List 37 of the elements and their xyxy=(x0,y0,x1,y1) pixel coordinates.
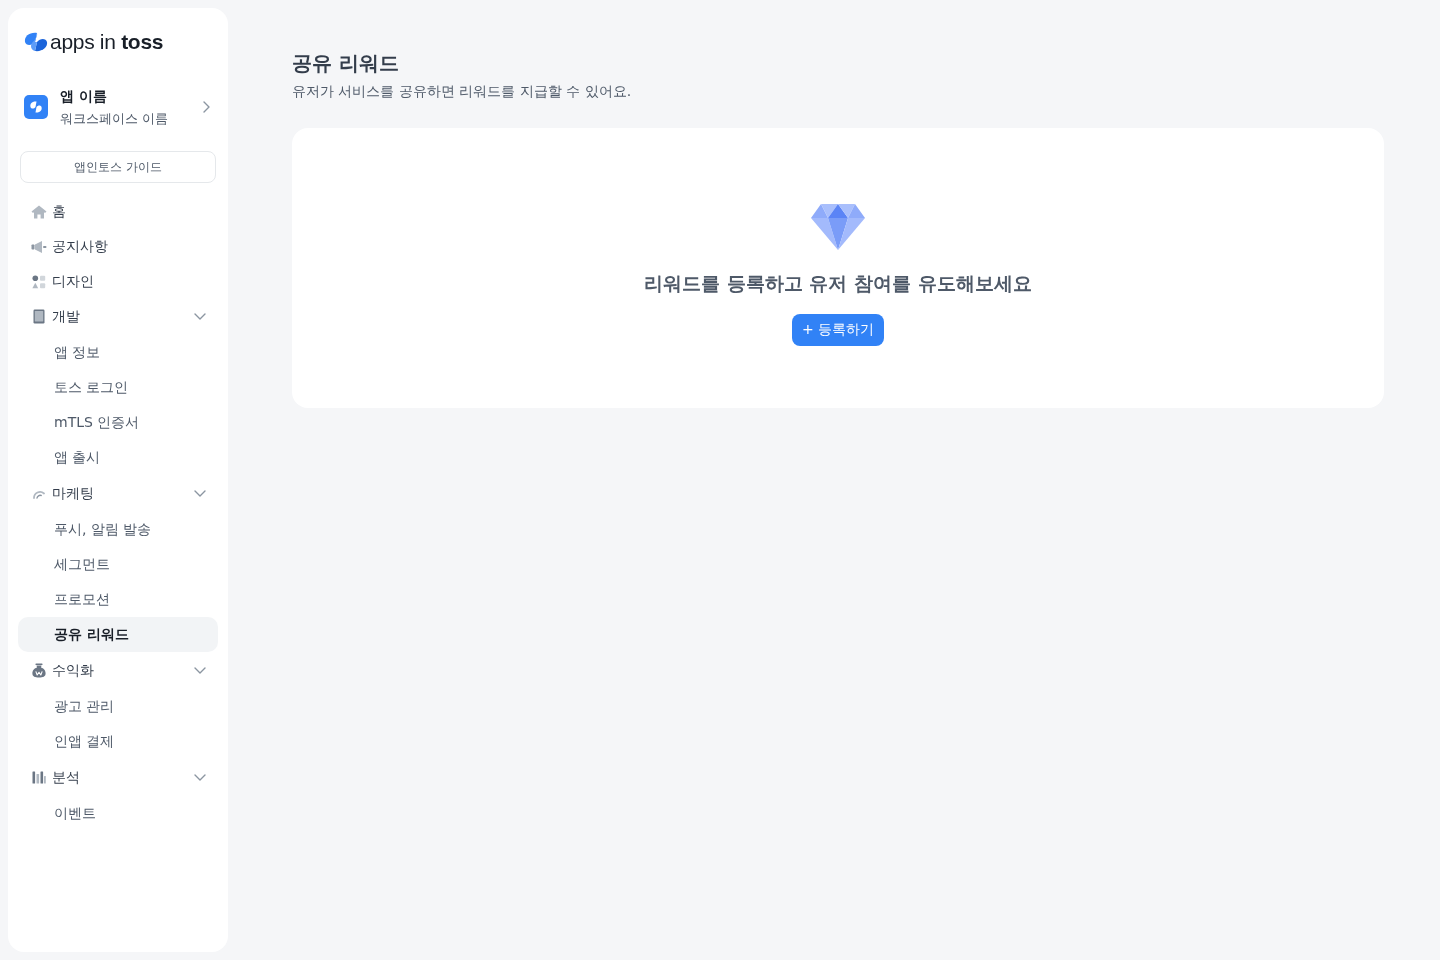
sidebar-item[interactable]: 마케팅 xyxy=(18,476,218,511)
sidebar-subitem[interactable]: 인앱 결제 xyxy=(18,724,218,759)
logo-icon xyxy=(24,32,48,52)
sidebar-subitem[interactable]: 앱 정보 xyxy=(18,335,218,370)
app-name: 앱 이름 xyxy=(60,87,108,106)
sidebar-subitem[interactable]: 이벤트 xyxy=(18,796,218,831)
sidebar-subitem[interactable]: 세그먼트 xyxy=(18,547,218,582)
sidebar-subitem[interactable]: 푸시, 알림 발송 xyxy=(18,512,218,547)
diamond-icon xyxy=(811,204,865,250)
sidebar-item[interactable]: 분석 xyxy=(18,760,218,795)
sidebar-subitem[interactable]: mTLS 인증서 xyxy=(18,405,218,440)
register-button[interactable]: + 등록하기 xyxy=(791,314,885,346)
sidebar-subitem[interactable]: 광고 관리 xyxy=(18,689,218,724)
sidebar-subitem[interactable]: 앱 출시 xyxy=(18,440,218,475)
money-bag-icon xyxy=(32,663,46,678)
sidebar-subitem[interactable]: 공유 리워드 xyxy=(18,617,218,652)
megaphone-icon xyxy=(31,239,47,254)
sidebar-item[interactable]: 공지사항 xyxy=(18,229,218,264)
sidebar-item[interactable]: 디자인 xyxy=(18,264,218,299)
bar-chart-icon xyxy=(32,771,46,784)
sidebar-subitem[interactable]: 프로모션 xyxy=(18,582,218,617)
chevron-right-icon[interactable] xyxy=(203,101,210,113)
guide-button[interactable]: 앱인토스 가이드 xyxy=(20,151,216,183)
sidebar-item[interactable]: 개발 xyxy=(18,299,218,334)
page-description: 유저가 서비스를 공유하면 리워드를 지급할 수 있어요. xyxy=(292,82,633,101)
logo-wordmark[interactable]: apps in toss xyxy=(50,31,164,53)
gauge-icon xyxy=(33,488,45,499)
sidebar-item[interactable]: 수익화 xyxy=(18,653,218,688)
sidebar-item[interactable]: 홈 xyxy=(18,194,218,229)
app-icon xyxy=(24,95,48,119)
phone-icon xyxy=(33,309,45,324)
home-icon xyxy=(31,204,47,219)
shapes-icon xyxy=(32,274,46,289)
workspace-name: 워크스페이스 이름 xyxy=(60,110,170,128)
sidebar-subitem[interactable]: 토스 로그인 xyxy=(18,370,218,405)
empty-state-message: 리워드를 등록하고 유저 참여를 유도해보세요 xyxy=(644,271,1032,296)
page-title: 공유 리워드 xyxy=(292,51,400,75)
